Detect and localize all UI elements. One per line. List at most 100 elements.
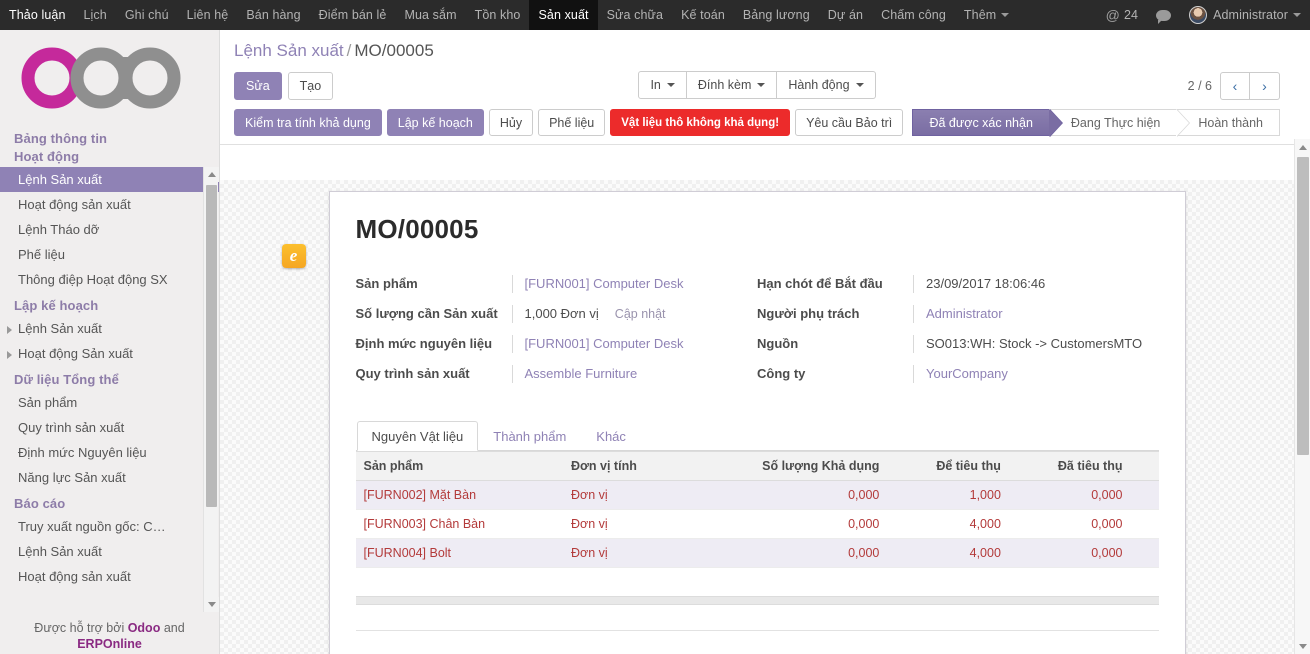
app-menu-11[interactable]: Kế toán xyxy=(672,0,734,30)
sidebar-item-quy-tr-nh-s-n-xu-t[interactable]: Quy trình sản xuất xyxy=(0,415,219,440)
form-column-right: Hạn chót để Bắt đầu 23/09/2017 18:06:46 Ng… xyxy=(757,275,1159,395)
app-menu-3[interactable]: Ghi chú xyxy=(116,0,178,30)
powered-and: and xyxy=(160,621,185,635)
pager-previous-button[interactable]: ‹ xyxy=(1220,72,1250,100)
field-value-text[interactable]: YourCompany xyxy=(926,366,1008,381)
sidebar-item-ho-t-ng-s-n-xu-t[interactable]: Hoạt động Sản xuất xyxy=(0,341,219,366)
sidebar-item-label: Lệnh Sản xuất xyxy=(18,321,102,336)
mentions-counter[interactable]: @ 24 xyxy=(1097,0,1147,30)
pager-next-button[interactable]: › xyxy=(1250,72,1280,100)
sidebar-item-l-nh-s-n-xu-t[interactable]: Lệnh Sản xuất xyxy=(0,316,219,341)
edit-button[interactable]: Sửa xyxy=(234,72,282,100)
field-action-link[interactable]: Cập nhật xyxy=(615,307,666,321)
notebook: Nguyên Vật liệu Thành phẩm Khác Sản phẩm Đơ… xyxy=(355,421,1159,631)
sidebar-item-s-n-ph-m[interactable]: Sản phẩm xyxy=(0,390,219,415)
form-field-right-4: Công ty YourCompany xyxy=(757,365,1159,383)
tab-kh-c[interactable]: Khác xyxy=(581,421,641,451)
erponline-link[interactable]: ERPOnline xyxy=(77,637,142,651)
table-footer-spacer xyxy=(355,605,1159,631)
main-scroll-down-button[interactable] xyxy=(1295,638,1310,654)
messaging-menu[interactable] xyxy=(1147,0,1180,30)
sidebar-item-l-nh-s-n-xu-t[interactable]: Lệnh Sản xuất xyxy=(0,539,219,564)
status-button-5[interactable]: Vật liệu thô không khả dụng! xyxy=(610,109,791,136)
app-menu-2[interactable]: Lịch xyxy=(75,0,116,30)
breadcrumb-root[interactable]: Lệnh Sản xuất xyxy=(234,41,344,60)
field-value[interactable]: [FURN001] Computer Desk xyxy=(511,275,758,293)
field-label: Sản phẩm xyxy=(355,276,418,291)
status-button-1[interactable]: Kiểm tra tính khả dụng xyxy=(234,109,382,136)
sidebar-item-label: Hoạt động sản xuất xyxy=(18,569,131,584)
sidebar-item-nh-m-c-nguy-n-li-u[interactable]: Định mức Nguyên liệu xyxy=(0,440,219,465)
powered-by-footer: Được hỗ trợ bởi Odoo and ERPOnline xyxy=(0,620,219,652)
odoo-link[interactable]: Odoo xyxy=(128,621,161,635)
app-menu-6[interactable]: Điểm bán lẻ xyxy=(310,0,396,30)
status-button-6[interactable]: Yêu cầu Bảo trì xyxy=(795,109,904,136)
field-value-text[interactable]: Administrator xyxy=(926,306,1003,321)
sidebar-item-ho-t-ng-s-n-xu-t[interactable]: Hoạt động sản xuất xyxy=(0,564,219,589)
user-menu[interactable]: Administrator xyxy=(1180,0,1310,30)
pipeline-stage-label: Đã được xác nhận xyxy=(929,115,1033,130)
app-menu-7[interactable]: Mua sắm xyxy=(395,0,465,30)
app-menu-13[interactable]: Dự án xyxy=(819,0,872,30)
table-header-row: Sản phẩm Đơn vị tính Số lượng Khả dụng Để t… xyxy=(355,451,1159,481)
sidebar-item-truy-xu-t-ngu-n-g-c-c[interactable]: Truy xuất nguồn gốc: C… xyxy=(0,514,219,539)
app-menu-label: Thảo luận xyxy=(9,8,66,22)
form-field-right-3: Nguồn SO013:WH: Stock -> CustomersMTO xyxy=(757,335,1159,353)
odoo-logo[interactable] xyxy=(0,30,219,125)
stage-arrow-icon xyxy=(1048,109,1062,137)
app-menu-14[interactable]: Chấm công xyxy=(872,0,955,30)
stage-arrow-icon xyxy=(1176,109,1190,137)
app-menu-8[interactable]: Tồn kho xyxy=(466,0,530,30)
field-value: 1,000 Đơn vị Cập nhật xyxy=(511,305,758,323)
field-value-text[interactable]: Assemble Furniture xyxy=(525,366,638,381)
sidebar-item-ph-li-u[interactable]: Phế liệu xyxy=(0,242,219,267)
sidebar-scroll-up-button[interactable] xyxy=(204,167,219,182)
app-menu-4[interactable]: Liên hệ xyxy=(178,0,238,30)
table-cell-product: [FURN002] Mặt Bàn xyxy=(355,480,564,510)
sidebar-item-l-nh-th-o-d[interactable]: Lệnh Tháo dỡ xyxy=(0,217,219,242)
field-value-text[interactable]: [FURN001] Computer Desk xyxy=(525,336,684,351)
table-row[interactable]: [FURN003] Chân Bàn Đơn vị 0,000 4,000 0,000 xyxy=(355,509,1159,539)
field-value[interactable]: Assemble Furniture xyxy=(511,365,758,383)
sidebar-item-th-ng-i-p-ho-t-ng-sx[interactable]: Thông điệp Hoạt động SX xyxy=(0,267,219,292)
sidebar-item-ho-t-ng-s-n-xu-t[interactable]: Hoạt động sản xuất xyxy=(0,192,219,217)
app-menu-9[interactable]: Sản xuất xyxy=(529,0,598,30)
field-value[interactable]: YourCompany xyxy=(913,365,1159,383)
app-menu-5[interactable]: Bán hàng xyxy=(237,0,309,30)
sidebar-scrollbar[interactable] xyxy=(203,167,219,612)
sidebar-item-n-ng-l-c-s-n-xu-t[interactable]: Năng lực Sản xuất xyxy=(0,465,219,490)
print-menu-button[interactable]: In xyxy=(638,71,687,99)
main-scroll-thumb[interactable] xyxy=(1297,157,1309,455)
sidebar-item-label: Thông điệp Hoạt động SX xyxy=(18,272,168,287)
app-menu-10[interactable]: Sửa chữa xyxy=(598,0,672,30)
table-row[interactable]: [FURN002] Mặt Bàn Đơn vị 0,000 1,000 0,000 xyxy=(355,480,1159,510)
app-menu-12[interactable]: Bảng lương xyxy=(734,0,819,30)
status-button-2[interactable]: Lập kế hoạch xyxy=(386,109,484,136)
table-cell-available: 0,000 xyxy=(686,509,888,539)
attachment-menu-button[interactable]: Đính kèm xyxy=(686,71,778,99)
table-cell-product: [FURN003] Chân Bàn xyxy=(355,509,564,539)
main-scroll-up-button[interactable] xyxy=(1295,139,1310,155)
tab-nguy-n-v-t-li-u[interactable]: Nguyên Vật liệu xyxy=(356,421,479,451)
sidebar-item-l-nh-s-n-xu-t[interactable]: Lệnh Sản xuất xyxy=(0,167,219,192)
create-button[interactable]: Tạo xyxy=(287,72,334,100)
field-value-text[interactable]: [FURN001] Computer Desk xyxy=(525,276,684,291)
field-value[interactable]: Administrator xyxy=(913,305,1159,323)
status-button-4[interactable]: Phế liệu xyxy=(538,109,606,136)
tab-th-nh-ph-m[interactable]: Thành phẩm xyxy=(478,421,581,451)
app-menu-15[interactable]: Thêm xyxy=(955,0,1018,30)
main-scrollbar[interactable] xyxy=(1294,139,1310,654)
pipeline-stage-2[interactable]: Đang Thực hiện xyxy=(1048,109,1191,137)
user-name: Administrator xyxy=(1213,8,1288,22)
pipeline-stage-1[interactable]: Đã được xác nhận xyxy=(912,109,1063,137)
table-row[interactable]: [FURN004] Bolt Đơn vị 0,000 4,000 0,000 xyxy=(355,538,1159,568)
form-column-left: Sản phẩm [FURN001] Computer Desk Số lượng … xyxy=(356,275,758,395)
app-menu-1[interactable]: Thảo luận xyxy=(0,0,75,30)
action-menu-button[interactable]: Hành động xyxy=(777,71,876,99)
status-button-3[interactable]: Hủy xyxy=(488,109,534,136)
field-value[interactable]: [FURN001] Computer Desk xyxy=(511,335,758,353)
sidebar-scroll-down-button[interactable] xyxy=(204,597,219,612)
sidebar-scroll-thumb[interactable] xyxy=(206,185,217,507)
app-menu-label: Ghi chú xyxy=(124,8,169,22)
pipeline-stage-3[interactable]: Hoàn thành xyxy=(1176,109,1280,136)
